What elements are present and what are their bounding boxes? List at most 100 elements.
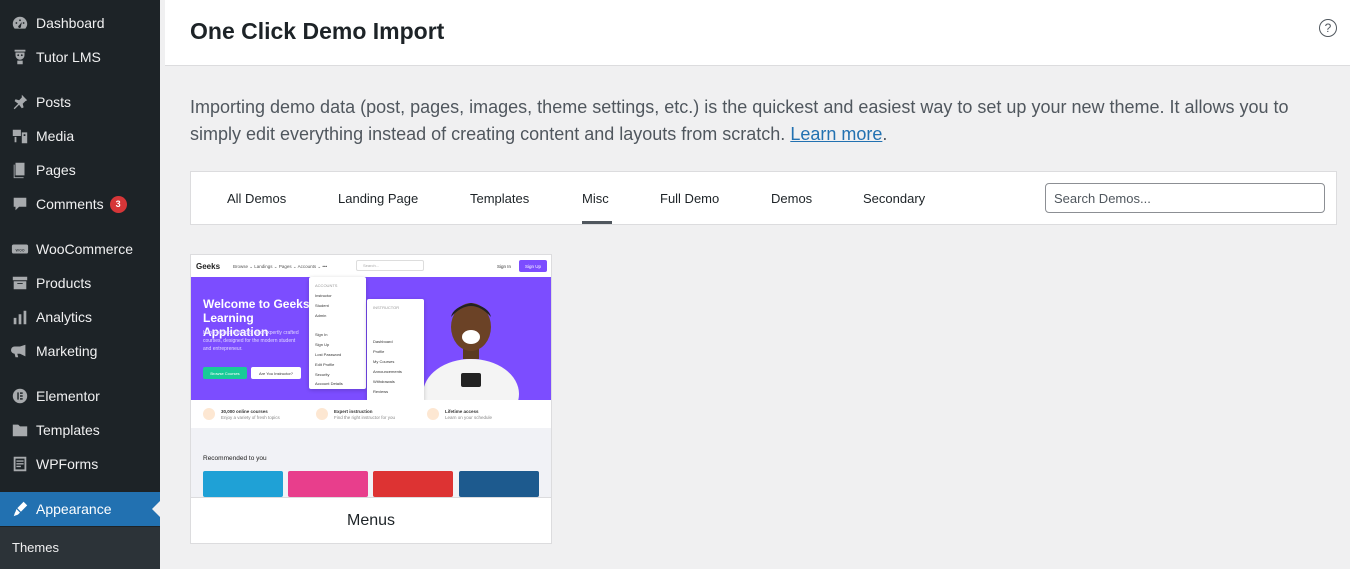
comments-count-badge: 3 — [109, 195, 127, 213]
sidebar-item-label: WPForms — [36, 456, 99, 472]
elementor-icon — [0, 387, 36, 405]
woo-icon: woo — [0, 240, 36, 258]
preview-course-tile — [459, 471, 539, 497]
submenu-item-themes[interactable]: Themes — [12, 540, 59, 555]
admin-sidebar: Dashboard Tutor LMS Posts Media Pages Co… — [0, 0, 160, 569]
sidebar-item-label: Products — [36, 275, 92, 291]
archive-icon — [0, 274, 36, 292]
preview-search: Search... — [356, 260, 424, 271]
pin-icon — [0, 93, 36, 111]
sidebar-item-label: WooCommerce — [36, 241, 133, 257]
sidebar-item-tutor-lms[interactable]: Tutor LMS — [0, 40, 160, 74]
preview-menu-item: Edit Profile — [315, 362, 335, 367]
preview-course-tile — [288, 471, 368, 497]
sidebar-item-templates[interactable]: Templates — [0, 413, 160, 447]
preview-feature-title: 30,000 online courses — [221, 409, 268, 414]
sidebar-item-label: Comments — [36, 196, 104, 212]
sidebar-item-marketing[interactable]: Marketing — [0, 334, 160, 368]
media-icon — [0, 127, 36, 145]
sidebar-item-dashboard[interactable]: Dashboard — [0, 6, 160, 40]
preview-menu-item: Sign In — [315, 332, 328, 337]
chart-icon — [0, 308, 36, 326]
tab-landing-page[interactable]: Landing Page — [338, 191, 418, 206]
comment-icon — [0, 195, 36, 213]
preview-accounts-dropdown: ACCOUNTS Instructor Student Admin Sign I… — [309, 277, 366, 389]
preview-menu-item: Withdrawals — [373, 379, 395, 384]
preview-feature-sub: Enjoy a variety of fresh topics — [221, 415, 280, 420]
preview-subtext: Hand-picked Instructor and expertly craf… — [203, 330, 299, 352]
sidebar-item-products[interactable]: Products — [0, 266, 160, 300]
sidebar-item-comments[interactable]: Comments 3 — [0, 187, 160, 221]
demo-name: Menus — [191, 497, 551, 543]
active-tab-indicator — [582, 221, 612, 224]
preview-menu-item: Admin — [315, 313, 327, 318]
sidebar-item-label: Elementor — [36, 388, 100, 404]
sidebar-item-woocommerce[interactable]: woo WooCommerce — [0, 232, 160, 266]
sidebar-item-label: Dashboard — [36, 15, 105, 31]
preview-navbar: Geeks Browse ⌄ Landings ⌄ Pages ⌄ Accoun… — [191, 255, 551, 277]
preview-menu-item: Announcements — [373, 369, 402, 374]
preview-feature-sub: Find the right instructor for you — [334, 415, 396, 420]
demo-card[interactable]: Geeks Browse ⌄ Landings ⌄ Pages ⌄ Accoun… — [190, 254, 552, 544]
tab-demos[interactable]: Demos — [771, 191, 812, 206]
sidebar-item-media[interactable]: Media — [0, 119, 160, 153]
sidebar-item-label: Analytics — [36, 309, 93, 325]
preview-menu-item: Lost Password — [315, 352, 342, 357]
active-menu-arrow — [152, 501, 160, 517]
preview-feature-title: Lifetime access — [445, 409, 479, 414]
sidebar-item-label: Media — [36, 128, 75, 144]
preview-person-illustration — [423, 303, 519, 400]
sidebar-item-label: Pages — [36, 162, 76, 178]
preview-signup: Sign Up — [519, 260, 547, 272]
forms-icon — [0, 455, 36, 473]
intro-description: Importing demo data (post, pages, images… — [190, 94, 1320, 148]
sidebar-item-label: Templates — [36, 422, 100, 438]
tab-templates[interactable]: Templates — [470, 191, 529, 206]
preview-browse-button: Browse Courses — [203, 367, 247, 379]
search-demos-input[interactable] — [1045, 183, 1325, 213]
preview-menu-item: My Courses — [373, 359, 395, 364]
sidebar-item-label: Marketing — [36, 343, 98, 359]
preview-course-tile — [373, 471, 453, 497]
page-header: One Click Demo Import ? — [165, 0, 1350, 66]
sidebar-item-wpforms[interactable]: WPForms — [0, 447, 160, 481]
preview-menu-item: ACCOUNTS — [315, 283, 338, 288]
preview-menu-item: Reviews — [373, 389, 389, 394]
preview-menu-item: Sign Up — [315, 342, 330, 347]
brush-icon — [0, 500, 36, 518]
tab-misc[interactable]: Misc — [582, 191, 609, 206]
sidebar-item-appearance[interactable]: Appearance — [0, 492, 160, 526]
learn-more-link[interactable]: Learn more — [790, 124, 882, 144]
demo-preview-image[interactable]: Geeks Browse ⌄ Landings ⌄ Pages ⌄ Accoun… — [191, 255, 551, 497]
preview-menu-item: INSTRUCTOR — [373, 305, 400, 310]
preview-menu-item: Security — [315, 372, 330, 377]
preview-instructor-button: Are You Instructor? — [251, 367, 301, 379]
sidebar-item-label: Tutor LMS — [36, 49, 101, 65]
sidebar-item-label: Appearance — [36, 501, 112, 517]
preview-menu-item: Student — [315, 303, 329, 308]
preview-menu-item: Account Details — [315, 381, 343, 386]
sidebar-item-analytics[interactable]: Analytics — [0, 300, 160, 334]
tab-all-demos[interactable]: All Demos — [227, 191, 286, 206]
demo-filter-bar: All Demos Landing Page Templates Misc Fu… — [190, 171, 1337, 225]
preview-menu-item: Instructor — [315, 293, 332, 298]
preview-search-text: Search... — [363, 263, 380, 268]
help-icon[interactable]: ? — [1319, 19, 1337, 37]
preview-signin: Sign In — [497, 264, 512, 269]
tab-full-demo[interactable]: Full Demo — [660, 191, 719, 206]
page-title: One Click Demo Import — [190, 18, 445, 44]
preview-logo: Geeks — [196, 262, 221, 271]
sidebar-item-pages[interactable]: Pages — [0, 153, 160, 187]
sidebar-item-posts[interactable]: Posts — [0, 85, 160, 119]
sidebar-item-elementor[interactable]: Elementor — [0, 379, 160, 413]
megaphone-icon — [0, 342, 36, 360]
sidebar-item-label: Posts — [36, 94, 72, 110]
dashboard-icon — [0, 14, 36, 32]
intro-text: Importing demo data (post, pages, images… — [190, 97, 1289, 144]
intro-period: . — [882, 124, 888, 144]
preview-instructor-dropdown: INSTRUCTOR Dashboard Profile My Courses … — [367, 299, 424, 402]
svg-text:woo: woo — [15, 248, 24, 253]
tab-secondary[interactable]: Secondary — [863, 191, 925, 206]
folder-icon — [0, 421, 36, 439]
pages-icon — [0, 161, 36, 179]
